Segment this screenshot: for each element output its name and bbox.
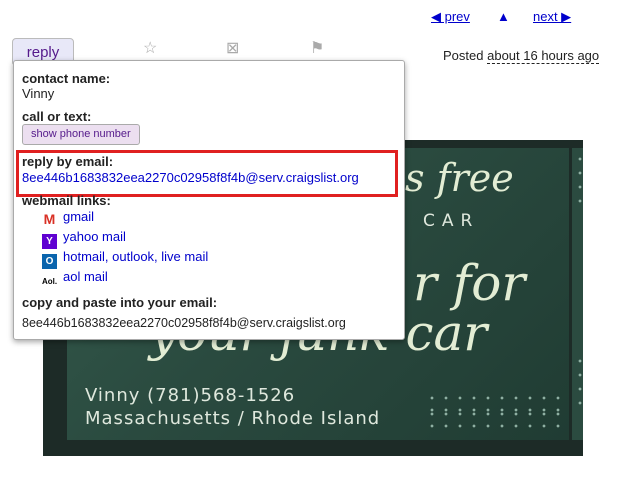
outlook-link[interactable]: hotmail, outlook, live mail (63, 249, 208, 264)
reply-email-link[interactable]: 8ee446b1683832eea2270c02958f8f4b@serv.cr… (22, 170, 359, 185)
flag-icon[interactable]: ⚑ (310, 38, 324, 58)
posted-label: Posted (443, 48, 484, 63)
prev-link[interactable]: ◀ prev (431, 9, 470, 25)
copy-paste-address[interactable]: 8ee446b1683832eea2270c02958f8f4b@serv.cr… (22, 316, 346, 330)
ad-contact: Vinny (781)568-1526 (85, 385, 296, 406)
posted-info: Posted about 16 hours ago (443, 48, 600, 64)
ad-headline-2: CAR (423, 211, 480, 231)
contact-name: Vinny (22, 86, 55, 101)
yahoo-icon: Y (42, 234, 57, 249)
up-link[interactable]: ▲ (497, 9, 510, 24)
webmail-item-aol[interactable]: Aol. aol mail (42, 269, 108, 287)
ad-headline-1: s free (405, 156, 514, 200)
reply-popup: contact name: Vinny call or text: show p… (13, 60, 405, 340)
webmail-label: webmail links: (22, 193, 111, 208)
ad-region: Massachusetts / Rhode Island (85, 408, 381, 429)
aol-link[interactable]: aol mail (63, 269, 108, 284)
star-icon[interactable]: ☆ (143, 38, 157, 58)
gmail-icon: M (43, 211, 56, 227)
ad-dots-bottom (575, 354, 583, 414)
ad-dots-row-2 (425, 408, 565, 432)
call-or-text-label: call or text: (22, 109, 92, 124)
copy-paste-label: copy and paste into your email: (22, 295, 218, 310)
webmail-item-outlook[interactable]: Ohotmail, outlook, live mail (42, 249, 208, 269)
ad-dots-top (575, 152, 583, 212)
show-phone-button[interactable]: show phone number (22, 124, 140, 145)
reply-email-label: reply by email: (22, 154, 114, 169)
gmail-link[interactable]: gmail (63, 209, 94, 224)
contact-name-label: contact name: (22, 71, 111, 86)
webmail-item-gmail[interactable]: Mgmail (42, 209, 94, 227)
posted-time: about 16 hours ago (487, 48, 600, 64)
webmail-item-yahoo[interactable]: Yyahoo mail (42, 229, 126, 249)
next-link[interactable]: next ▶ (533, 9, 571, 25)
outlook-icon: O (42, 254, 57, 269)
yahoo-link[interactable]: yahoo mail (63, 229, 126, 244)
hide-icon[interactable]: ⊠ (226, 38, 239, 58)
aol-icon: Aol. (42, 277, 58, 286)
